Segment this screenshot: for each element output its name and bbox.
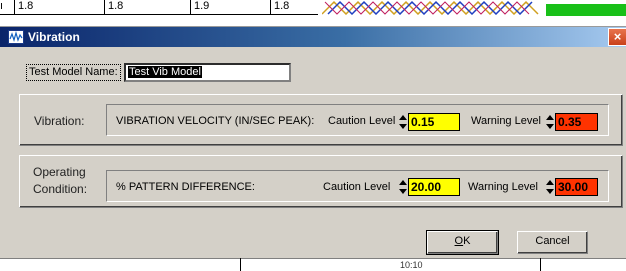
operating-caution-label: Caution Level [323,181,391,193]
grid-divider [270,0,271,15]
vibration-warning-input[interactable]: 0.35 [555,113,598,131]
operating-caution-input[interactable]: 20.00 [408,178,460,196]
model-name-input[interactable]: Test Vib Model [124,63,291,82]
model-name-label: Test Model Name: [26,64,121,81]
grid-line [0,14,318,15]
vibration-caution-input[interactable]: 0.15 [408,113,460,131]
spin-up-icon[interactable] [399,115,407,120]
ok-button[interactable]: OK [426,230,499,255]
operating-label-line1: Operating [33,165,86,179]
grid-divider [240,258,241,271]
vibration-description: VIBRATION VELOCITY (IN/SEC PEAK): [116,115,315,127]
ok-label: K [463,235,471,247]
vibration-caution-label: Caution Level [328,115,396,127]
operating-warning-label: Warning Level [468,181,538,193]
spin-down-icon[interactable] [399,189,407,194]
window-title: Vibration [28,30,80,44]
status-bar-green [546,4,626,16]
operating-caution-spinner[interactable] [399,178,407,196]
cancel-button[interactable]: Cancel [517,231,588,254]
background-cell: 1.9 [194,0,210,12]
operating-description: % PATTERN DIFFERENCE: [116,181,255,193]
title-bar[interactable] [0,27,626,47]
waveform-plot [322,0,539,15]
spin-down-icon[interactable] [546,124,554,129]
operating-warning-input[interactable]: 30.00 [555,178,598,196]
grid-divider [14,0,15,15]
ok-mnemonic: O [454,235,464,247]
waveform-icon [8,30,24,44]
spin-up-icon[interactable] [546,180,554,185]
operating-warning-spinner[interactable] [546,178,554,196]
grid-divider [540,258,541,271]
background-cell-edge: ı [0,0,4,12]
grid-divider [190,0,191,15]
background-bottom-text: 10:10 [400,260,423,270]
spin-up-icon[interactable] [399,180,407,185]
background-cell: 1.8 [274,0,290,12]
background-grid-bottom [0,258,626,271]
vibration-warning-spinner[interactable] [546,113,554,131]
vibration-label: Vibration: [34,114,85,128]
background-cell: 1.8 [108,0,124,12]
vibration-caution-spinner[interactable] [399,113,407,131]
model-name-value: Test Vib Model [128,66,202,78]
close-button[interactable]: × [608,28,626,46]
spin-up-icon[interactable] [546,115,554,120]
spin-down-icon[interactable] [546,189,554,194]
spin-down-icon[interactable] [399,124,407,129]
background-cell: 1.8 [18,0,34,12]
operating-label-line2: Condition: [33,182,88,196]
vibration-warning-label: Warning Level [471,115,541,127]
grid-divider [104,0,105,15]
